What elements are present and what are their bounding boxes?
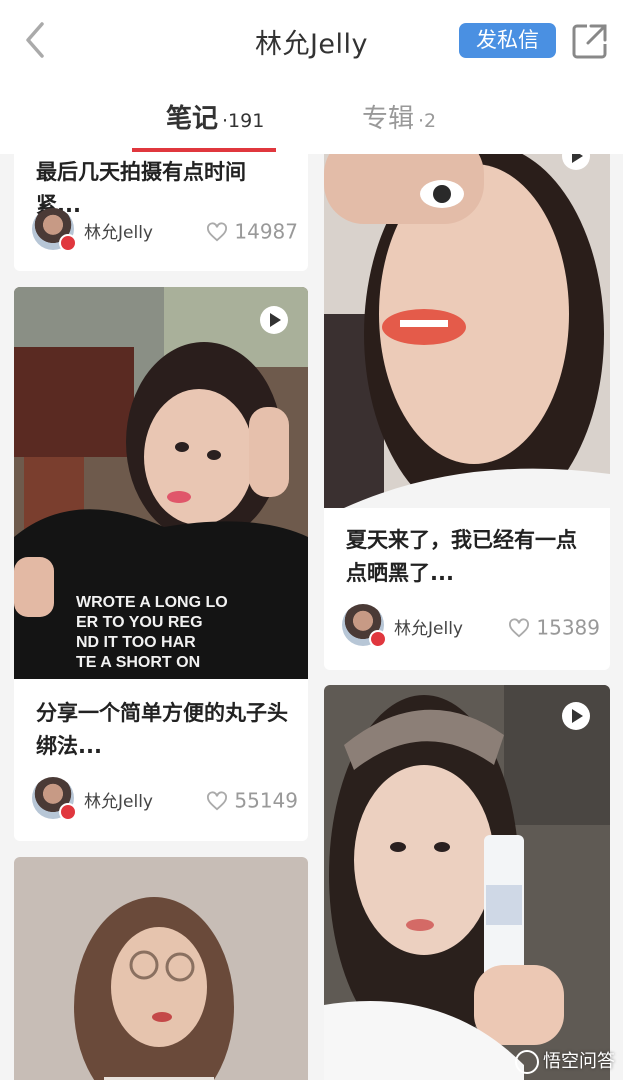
note-caption: 夏天来了，我已经有一点点晒黑了... (346, 528, 577, 585)
watermark: 悟空问答 (515, 1047, 615, 1074)
note-card[interactable]: WROTE A LONG LO ER TO YOU REG ND IT TOO … (14, 287, 308, 841)
send-message-button[interactable]: 发私信 (459, 23, 556, 58)
like-number: 15389 (536, 615, 600, 640)
verified-badge (59, 803, 77, 821)
note-card[interactable] (324, 685, 610, 1080)
heart-icon (207, 221, 228, 241)
heart-icon (509, 617, 530, 637)
verified-badge (59, 234, 77, 252)
avatar (32, 777, 77, 821)
avatar (32, 208, 77, 252)
tab-notes-count: ·191 (222, 110, 265, 132)
tab-albums-label: 专辑 (362, 104, 415, 134)
note-card[interactable] (14, 857, 308, 1080)
note-author[interactable]: 林允Jelly (32, 208, 232, 252)
share-icon (572, 24, 607, 59)
like-number: 14987 (234, 219, 298, 244)
tab-albums[interactable]: 专辑 ·2 (362, 98, 436, 135)
tab-notes-label: 笔记 (166, 104, 219, 134)
tab-bar: 笔记 ·191 专辑 ·2 (0, 80, 623, 154)
note-photo (324, 685, 610, 1080)
note-caption: 分享一个简单方便的丸子头绑法... (36, 701, 288, 758)
tab-notes[interactable]: 笔记 ·191 (166, 98, 264, 135)
heart-icon (207, 790, 228, 810)
svg-text:WROTE A LONG LO: WROTE A LONG LO (76, 594, 228, 611)
top-bar: 林允Jelly 发私信 (0, 0, 623, 80)
svg-text:ER TO YOU REG: ER TO YOU REG (76, 614, 203, 631)
watermark-text: 悟空问答 (543, 1051, 615, 1072)
note-card[interactable]: 夏天来了，我已经有一点点晒黑了... 林允Jelly 15389 (324, 154, 610, 670)
like-count[interactable]: 55149 (206, 787, 298, 817)
note-photo (324, 154, 610, 508)
author-name: 林允Jelly (394, 619, 463, 639)
svg-text:ND IT TOO HAR: ND IT TOO HAR (76, 634, 196, 651)
like-count[interactable]: 15389 (508, 614, 600, 644)
play-icon (562, 702, 590, 730)
like-number: 55149 (234, 788, 298, 813)
active-tab-indicator (132, 148, 276, 152)
like-count[interactable]: 14987 (206, 218, 298, 248)
avatar (342, 604, 387, 648)
note-card[interactable]: 最后几天拍摄有点时间紧... 林允Jelly 14987 (14, 154, 308, 271)
profile-notes-screen: 林允Jelly 发私信 笔记 ·191 专辑 ·2 最后几天拍摄有点时间紧... 林… (0, 0, 623, 1080)
note-author[interactable]: 林允Jelly (32, 777, 232, 821)
play-icon (260, 306, 288, 334)
note-photo: WROTE A LONG LO ER TO YOU REG ND IT TOO … (14, 287, 308, 679)
svg-text:TE A SHORT ON: TE A SHORT ON (76, 654, 200, 671)
author-name: 林允Jelly (84, 792, 153, 812)
verified-badge (369, 630, 387, 648)
share-button[interactable] (571, 22, 609, 60)
watermark-logo-icon (515, 1050, 539, 1074)
tab-albums-count: ·2 (418, 110, 437, 132)
note-photo (14, 857, 308, 1080)
notes-feed[interactable]: 最后几天拍摄有点时间紧... 林允Jelly 14987 WROTE A LON… (0, 154, 623, 1080)
author-name: 林允Jelly (84, 223, 153, 243)
